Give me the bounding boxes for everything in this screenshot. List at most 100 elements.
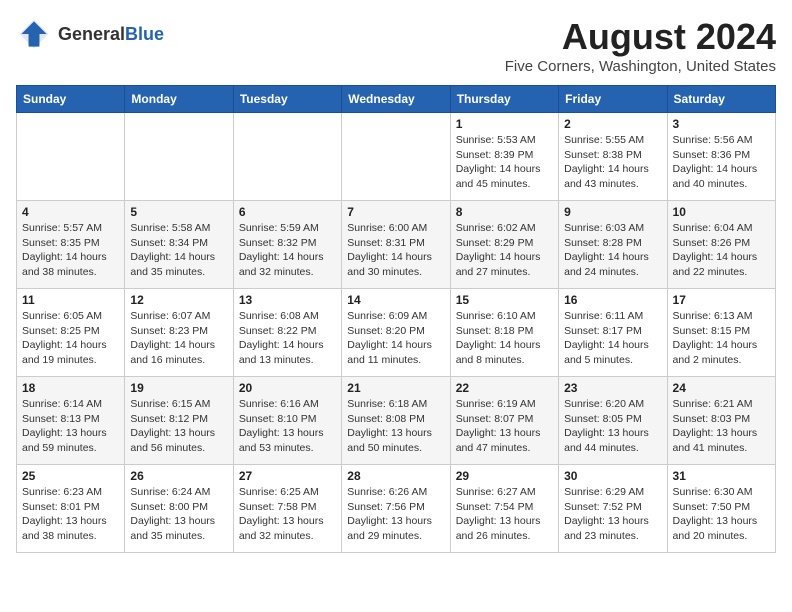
calendar-cell: 15Sunrise: 6:10 AM Sunset: 8:18 PM Dayli… xyxy=(450,289,558,377)
calendar-header-thursday: Thursday xyxy=(450,86,558,113)
calendar-cell: 8Sunrise: 6:02 AM Sunset: 8:29 PM Daylig… xyxy=(450,201,558,289)
logo-blue: Blue xyxy=(125,24,164,45)
day-number: 18 xyxy=(22,381,119,395)
calendar-cell: 27Sunrise: 6:25 AM Sunset: 7:58 PM Dayli… xyxy=(233,465,341,553)
calendar-cell: 3Sunrise: 5:56 AM Sunset: 8:36 PM Daylig… xyxy=(667,113,775,201)
calendar-cell: 17Sunrise: 6:13 AM Sunset: 8:15 PM Dayli… xyxy=(667,289,775,377)
day-number: 24 xyxy=(673,381,770,395)
calendar-cell: 26 Sunrise: 6:24 AM Sunset: 8:00 PM Dayli… xyxy=(125,465,233,553)
calendar-cell xyxy=(342,113,450,201)
day-info: Sunrise: 6:03 AM Sunset: 8:28 PM Dayligh… xyxy=(564,221,661,280)
calendar-cell: 30 Sunrise: 6:29 AM Sunset: 7:52 PM Dayli… xyxy=(559,465,667,553)
logo-text: General Blue xyxy=(58,24,164,45)
calendar-cell: 2 Sunrise: 5:55 AM Sunset: 8:38 PM Daylig… xyxy=(559,113,667,201)
calendar-cell: 1Sunrise: 5:53 AM Sunset: 8:39 PM Daylig… xyxy=(450,113,558,201)
day-info: Sunrise: 6:18 AM Sunset: 8:08 PM Dayligh… xyxy=(347,397,444,456)
calendar-cell: 5 Sunrise: 5:58 AM Sunset: 8:34 PM Daylig… xyxy=(125,201,233,289)
day-number: 12 xyxy=(130,293,227,307)
calendar-cell xyxy=(125,113,233,201)
calendar-week-5: 25 Sunrise: 6:23 AM Sunset: 8:01 PM Dayli… xyxy=(17,465,776,553)
calendar-header-row: SundayMondayTuesdayWednesdayThursdayFrid… xyxy=(17,86,776,113)
day-number: 25 xyxy=(22,469,119,483)
calendar-header-tuesday: Tuesday xyxy=(233,86,341,113)
day-info: Sunrise: 6:24 AM Sunset: 8:00 PM Dayligh… xyxy=(130,485,227,544)
calendar-table: SundayMondayTuesdayWednesdayThursdayFrid… xyxy=(16,85,776,553)
logo-icon xyxy=(16,16,52,52)
location: Five Corners, Washington, United States xyxy=(505,58,776,75)
calendar-cell: 22 Sunrise: 6:19 AM Sunset: 8:07 PM Dayli… xyxy=(450,377,558,465)
day-info: Sunrise: 6:27 AM Sunset: 7:54 PM Dayligh… xyxy=(456,485,553,544)
day-info: Sunrise: 5:57 AM Sunset: 8:35 PM Dayligh… xyxy=(22,221,119,280)
page-header: General Blue August 2024 Five Corners, W… xyxy=(16,16,776,75)
day-number: 2 xyxy=(564,117,661,131)
day-number: 11 xyxy=(22,293,119,307)
calendar-header-friday: Friday xyxy=(559,86,667,113)
calendar-cell: 10Sunrise: 6:04 AM Sunset: 8:26 PM Dayli… xyxy=(667,201,775,289)
day-info: Sunrise: 6:23 AM Sunset: 8:01 PM Dayligh… xyxy=(22,485,119,544)
day-info: Sunrise: 6:00 AM Sunset: 8:31 PM Dayligh… xyxy=(347,221,444,280)
day-number: 3 xyxy=(673,117,770,131)
calendar-week-4: 18 Sunrise: 6:14 AM Sunset: 8:13 PM Dayli… xyxy=(17,377,776,465)
day-number: 14 xyxy=(347,293,444,307)
day-info: Sunrise: 6:19 AM Sunset: 8:07 PM Dayligh… xyxy=(456,397,553,456)
calendar-cell: 11 Sunrise: 6:05 AM Sunset: 8:25 PM Dayli… xyxy=(17,289,125,377)
calendar-cell: 7 Sunrise: 6:00 AM Sunset: 8:31 PM Daylig… xyxy=(342,201,450,289)
calendar-cell: 24 Sunrise: 6:21 AM Sunset: 8:03 PM Dayli… xyxy=(667,377,775,465)
calendar-cell: 9 Sunrise: 6:03 AM Sunset: 8:28 PM Daylig… xyxy=(559,201,667,289)
day-info: Sunrise: 6:08 AM Sunset: 8:22 PM Dayligh… xyxy=(239,309,336,368)
day-number: 19 xyxy=(130,381,227,395)
calendar-cell: 18 Sunrise: 6:14 AM Sunset: 8:13 PM Dayli… xyxy=(17,377,125,465)
calendar-cell: 4 Sunrise: 5:57 AM Sunset: 8:35 PM Daylig… xyxy=(17,201,125,289)
day-number: 31 xyxy=(673,469,770,483)
day-number: 30 xyxy=(564,469,661,483)
calendar-cell: 25 Sunrise: 6:23 AM Sunset: 8:01 PM Dayli… xyxy=(17,465,125,553)
day-info: Sunrise: 6:04 AM Sunset: 8:26 PM Dayligh… xyxy=(673,221,770,280)
day-info: Sunrise: 6:05 AM Sunset: 8:25 PM Dayligh… xyxy=(22,309,119,368)
calendar-week-3: 11 Sunrise: 6:05 AM Sunset: 8:25 PM Dayli… xyxy=(17,289,776,377)
day-info: Sunrise: 6:20 AM Sunset: 8:05 PM Dayligh… xyxy=(564,397,661,456)
day-info: Sunrise: 6:10 AM Sunset: 8:18 PM Dayligh… xyxy=(456,309,553,368)
logo-general: General xyxy=(58,24,125,45)
day-number: 22 xyxy=(456,381,553,395)
calendar-cell: 16Sunrise: 6:11 AM Sunset: 8:17 PM Dayli… xyxy=(559,289,667,377)
day-number: 7 xyxy=(347,205,444,219)
day-number: 26 xyxy=(130,469,227,483)
day-info: Sunrise: 6:16 AM Sunset: 8:10 PM Dayligh… xyxy=(239,397,336,456)
day-info: Sunrise: 6:11 AM Sunset: 8:17 PM Dayligh… xyxy=(564,309,661,368)
day-info: Sunrise: 5:55 AM Sunset: 8:38 PM Dayligh… xyxy=(564,133,661,192)
day-number: 29 xyxy=(456,469,553,483)
calendar-header-monday: Monday xyxy=(125,86,233,113)
day-info: Sunrise: 6:21 AM Sunset: 8:03 PM Dayligh… xyxy=(673,397,770,456)
logo: General Blue xyxy=(16,16,164,52)
calendar-week-2: 4 Sunrise: 5:57 AM Sunset: 8:35 PM Daylig… xyxy=(17,201,776,289)
day-number: 6 xyxy=(239,205,336,219)
title-block: August 2024 Five Corners, Washington, Un… xyxy=(505,16,776,75)
calendar-cell: 6 Sunrise: 5:59 AM Sunset: 8:32 PM Daylig… xyxy=(233,201,341,289)
calendar-cell: 28 Sunrise: 6:26 AM Sunset: 7:56 PM Dayli… xyxy=(342,465,450,553)
calendar-cell: 12 Sunrise: 6:07 AM Sunset: 8:23 PM Dayli… xyxy=(125,289,233,377)
day-info: Sunrise: 6:15 AM Sunset: 8:12 PM Dayligh… xyxy=(130,397,227,456)
calendar-cell xyxy=(17,113,125,201)
day-info: Sunrise: 6:07 AM Sunset: 8:23 PM Dayligh… xyxy=(130,309,227,368)
calendar-header-saturday: Saturday xyxy=(667,86,775,113)
calendar-cell xyxy=(233,113,341,201)
day-number: 21 xyxy=(347,381,444,395)
day-info: Sunrise: 6:26 AM Sunset: 7:56 PM Dayligh… xyxy=(347,485,444,544)
day-info: Sunrise: 6:30 AM Sunset: 7:50 PM Dayligh… xyxy=(673,485,770,544)
calendar-cell: 21 Sunrise: 6:18 AM Sunset: 8:08 PM Dayli… xyxy=(342,377,450,465)
day-info: Sunrise: 6:14 AM Sunset: 8:13 PM Dayligh… xyxy=(22,397,119,456)
day-info: Sunrise: 6:09 AM Sunset: 8:20 PM Dayligh… xyxy=(347,309,444,368)
day-info: Sunrise: 6:29 AM Sunset: 7:52 PM Dayligh… xyxy=(564,485,661,544)
day-number: 28 xyxy=(347,469,444,483)
day-info: Sunrise: 5:59 AM Sunset: 8:32 PM Dayligh… xyxy=(239,221,336,280)
day-number: 4 xyxy=(22,205,119,219)
day-number: 20 xyxy=(239,381,336,395)
calendar-cell: 31 Sunrise: 6:30 AM Sunset: 7:50 PM Dayli… xyxy=(667,465,775,553)
day-number: 23 xyxy=(564,381,661,395)
day-info: Sunrise: 5:58 AM Sunset: 8:34 PM Dayligh… xyxy=(130,221,227,280)
day-number: 27 xyxy=(239,469,336,483)
day-number: 9 xyxy=(564,205,661,219)
day-number: 5 xyxy=(130,205,227,219)
day-number: 1 xyxy=(456,117,553,131)
day-info: Sunrise: 6:13 AM Sunset: 8:15 PM Dayligh… xyxy=(673,309,770,368)
